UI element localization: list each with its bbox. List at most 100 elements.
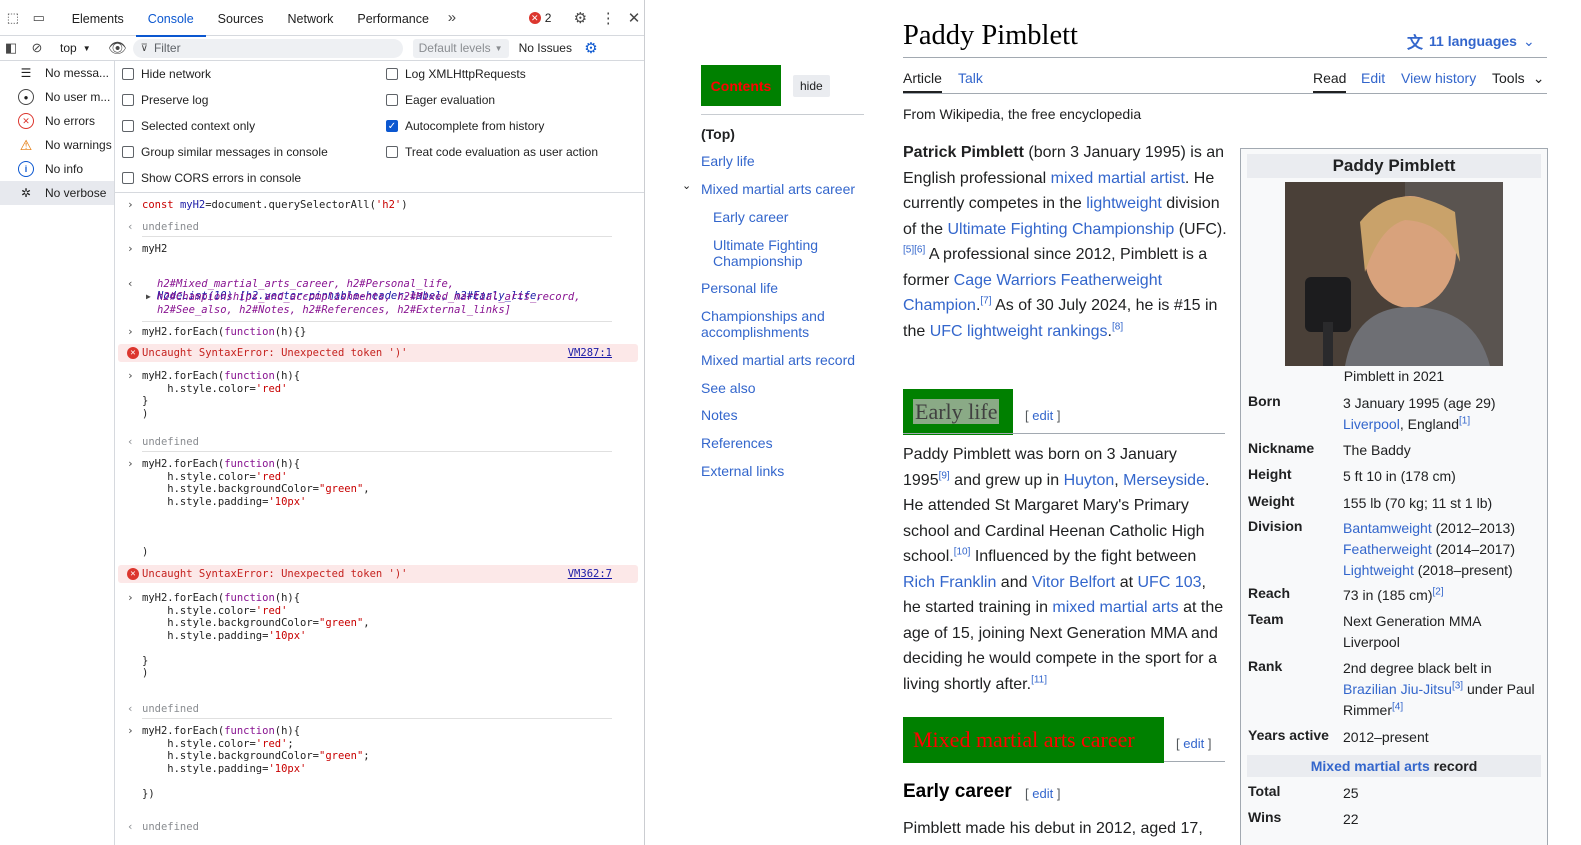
- setting-group-similar[interactable]: Group similar messages in console: [122, 145, 328, 159]
- more-tabs-icon[interactable]: »: [441, 7, 463, 29]
- sidebar-item-errors[interactable]: ✕ No errors: [0, 109, 114, 133]
- tab-article[interactable]: Article: [903, 70, 942, 93]
- expand-triangle-icon[interactable]: ▶: [146, 291, 151, 304]
- heading-underline: [1164, 761, 1225, 762]
- checkbox[interactable]: [122, 94, 134, 106]
- checkbox[interactable]: [122, 172, 134, 184]
- console-settings-gear-icon[interactable]: ⚙: [580, 37, 602, 59]
- inspect-icon[interactable]: ⬚: [2, 7, 24, 29]
- toc-item-ufc[interactable]: Ultimate Fighting Championship: [713, 237, 843, 269]
- toc-item-early-life[interactable]: Early life: [701, 153, 755, 169]
- console-output[interactable]: › const myH2=document.querySelectorAll('h…: [115, 195, 644, 845]
- close-devtools-icon[interactable]: ✕: [623, 7, 644, 29]
- tab-console[interactable]: Console: [135, 0, 206, 37]
- toc-item-personal-life[interactable]: Personal life: [701, 280, 778, 296]
- devtools-panel: ⬚ ▭ Elements Console Sources Network Per…: [0, 0, 645, 845]
- toc-item-early-career[interactable]: Early career: [713, 209, 788, 225]
- device-toolbar-icon[interactable]: ▭: [28, 7, 50, 29]
- tab-network[interactable]: Network: [276, 0, 346, 36]
- checkbox[interactable]: [122, 146, 134, 158]
- checkbox[interactable]: [386, 68, 398, 80]
- result-arrow-icon: ‹: [127, 820, 134, 833]
- toc-item-mma-career[interactable]: Mixed martial arts career: [701, 181, 855, 197]
- sidebar-item-user-messages[interactable]: ● No user m...: [0, 85, 114, 109]
- toc-item-mma-record[interactable]: Mixed martial arts record: [701, 352, 855, 368]
- sidebar-item-messages[interactable]: ☰ No messa...: [0, 61, 114, 85]
- divider: [142, 718, 612, 719]
- setting-selected-context[interactable]: Selected context only: [122, 119, 255, 133]
- log-levels-dropdown[interactable]: Default levels ▼: [412, 38, 509, 58]
- filter-input[interactable]: ⊽ Filter: [132, 38, 403, 58]
- checkbox[interactable]: [386, 94, 398, 106]
- setting-preserve-log[interactable]: Preserve log: [122, 93, 208, 107]
- checkbox[interactable]: [386, 146, 398, 158]
- toc-item-notes[interactable]: Notes: [701, 407, 738, 423]
- checkbox-checked[interactable]: ✓: [386, 120, 398, 132]
- edit-link[interactable]: [ edit ]: [1025, 408, 1060, 423]
- kebab-menu-icon[interactable]: ⋮: [597, 7, 619, 29]
- setting-log-xhr[interactable]: Log XMLHttpRequests: [386, 67, 526, 81]
- tab-sources[interactable]: Sources: [206, 0, 276, 36]
- context-selector[interactable]: top ▼: [60, 41, 91, 55]
- console-toolbar: ◧ ⊘ top ▼ 👁 ⊽ Filter Default levels ▼ No…: [0, 36, 644, 61]
- checkbox[interactable]: [122, 68, 134, 80]
- toc-item-see-also[interactable]: See also: [701, 380, 755, 396]
- setting-hide-network[interactable]: Hide network: [122, 67, 211, 81]
- toc-item-championships[interactable]: Championships and accomplishments: [701, 308, 851, 340]
- setting-autocomplete[interactable]: ✓ Autocomplete from history: [386, 119, 544, 133]
- setting-cors-errors[interactable]: Show CORS errors in console: [122, 171, 301, 185]
- error-source-link[interactable]: VM287:1: [568, 347, 612, 359]
- error-count: 2: [544, 10, 552, 25]
- heading-text: Mixed martial arts career: [913, 727, 1135, 752]
- tab-elements[interactable]: Elements: [60, 0, 136, 36]
- settings-gear-icon[interactable]: ⚙: [569, 7, 591, 29]
- link-liverpool[interactable]: Liverpool: [1343, 416, 1400, 432]
- result-arrow-icon: ‹: [127, 702, 134, 715]
- checkbox[interactable]: [122, 120, 134, 132]
- tools-label: Tools: [1492, 70, 1525, 86]
- setting-label: Hide network: [141, 67, 212, 81]
- sidebar-item-info[interactable]: i No info: [0, 157, 114, 181]
- chevron-down-icon[interactable]: ⌄: [682, 179, 691, 192]
- toc-item-external-links[interactable]: External links: [701, 463, 784, 479]
- tab-view-history[interactable]: View history: [1401, 70, 1476, 86]
- toc-hide-button[interactable]: hide: [793, 75, 830, 97]
- edit-link[interactable]: [ edit ]: [1025, 786, 1060, 801]
- issues-counter[interactable]: No Issues: [519, 41, 572, 55]
- sidebar-item-label: No info: [45, 162, 84, 176]
- setting-eager-eval[interactable]: Eager evaluation: [386, 93, 495, 107]
- divider: [142, 236, 612, 237]
- result-arrow-icon: ‹: [127, 220, 134, 233]
- result-arrow-icon: ‹: [127, 435, 134, 448]
- info-icon: i: [18, 161, 34, 177]
- sidebar-item-warnings[interactable]: ⚠ No warnings: [0, 133, 114, 157]
- sidebar-item-verbose[interactable]: ✲ No verbose: [0, 181, 114, 205]
- sidebar-toggle-icon[interactable]: ◧: [0, 37, 22, 59]
- link-mma-record[interactable]: Mixed martial arts: [1311, 758, 1430, 774]
- link-bantamweight[interactable]: Bantamweight: [1343, 520, 1432, 536]
- error-source-link[interactable]: VM362:7: [568, 568, 612, 580]
- edit-link[interactable]: [ edit ]: [1176, 736, 1211, 751]
- user-icon: ●: [18, 89, 34, 105]
- language-selector[interactable]: 文 11 languages ⌄: [1407, 29, 1535, 53]
- divider: [142, 451, 612, 452]
- tools-menu[interactable]: Tools ⌄: [1492, 70, 1544, 87]
- toc-item-references[interactable]: References: [701, 435, 773, 451]
- live-expression-eye-icon[interactable]: 👁: [107, 37, 129, 59]
- error-icon: ✕: [127, 347, 139, 359]
- tab-edit[interactable]: Edit: [1361, 70, 1385, 86]
- sidebar-item-label: No warnings: [45, 138, 112, 152]
- clear-console-icon[interactable]: ⊘: [26, 37, 48, 59]
- link-lightweight[interactable]: Lightweight: [1343, 562, 1414, 578]
- tab-performance[interactable]: Performance: [345, 0, 441, 36]
- tab-talk[interactable]: Talk: [958, 70, 983, 86]
- error-counter[interactable]: ✕ 2: [528, 10, 552, 25]
- link-featherweight[interactable]: Featherweight: [1343, 541, 1432, 557]
- setting-user-action[interactable]: Treat code evaluation as user action: [386, 145, 598, 159]
- input-chevron-icon: ›: [127, 369, 134, 382]
- warning-icon: ⚠: [19, 136, 33, 153]
- toc-item-top[interactable]: (Top): [701, 126, 735, 142]
- lead-paragraph: Patrick Pimblett (born 3 January 1995) i…: [903, 144, 1227, 340]
- link-bjj[interactable]: Brazilian Jiu-Jitsu: [1343, 681, 1452, 697]
- tab-read[interactable]: Read: [1313, 70, 1347, 93]
